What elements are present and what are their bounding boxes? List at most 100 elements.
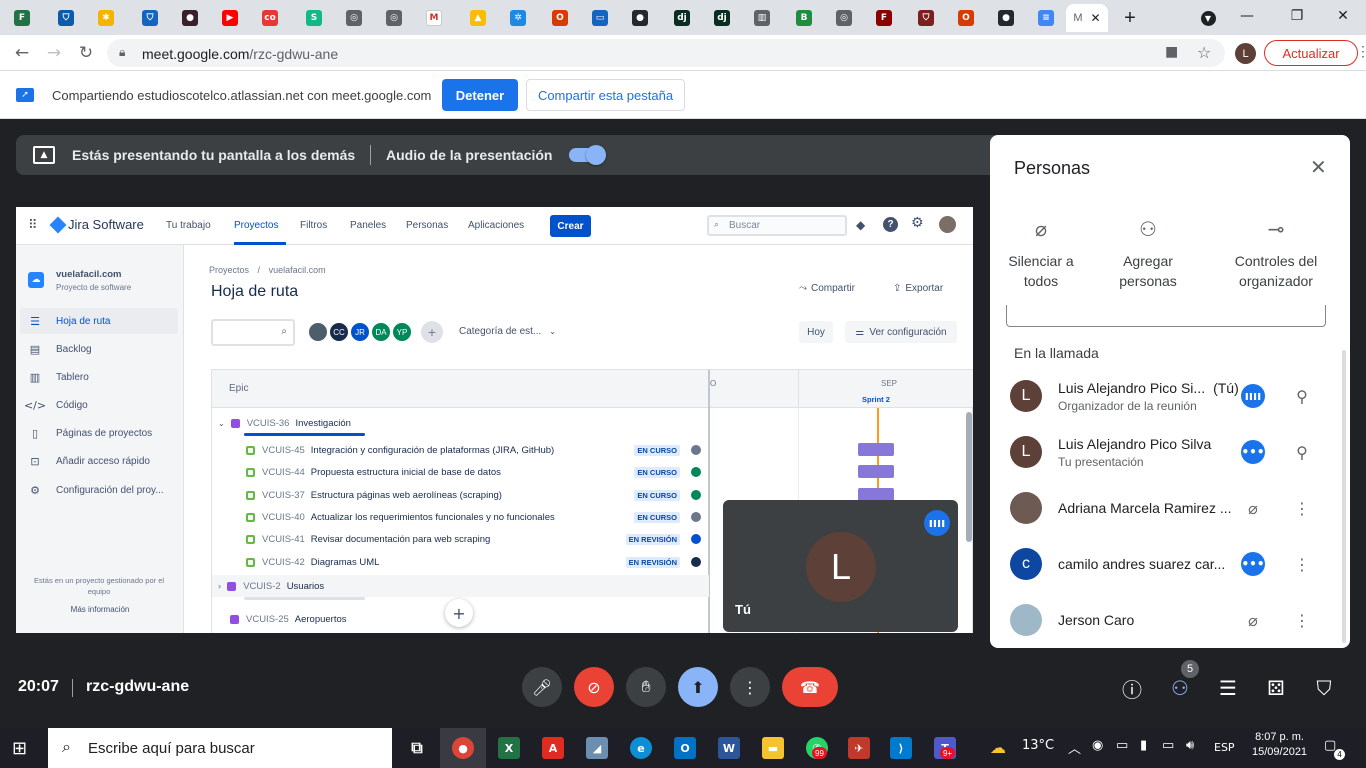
- avatar-jr[interactable]: JR: [349, 321, 371, 343]
- issue-row[interactable]: VCUIS-44 Propuesta estructura inicial de …: [212, 461, 709, 483]
- close-icon[interactable]: ✕: [1310, 155, 1327, 179]
- tray-chevron-up-icon[interactable]: ︿: [1068, 738, 1081, 757]
- settings-gear-icon[interactable]: ⚙: [911, 215, 924, 231]
- assignee-avatar[interactable]: [691, 534, 701, 544]
- assignee-avatar[interactable]: [691, 490, 701, 500]
- app-switcher-icon[interactable]: ⠿: [28, 218, 38, 233]
- more-vert-icon[interactable]: ⋮: [1290, 608, 1314, 632]
- add-people-icon[interactable]: +: [421, 321, 443, 343]
- meeting-details-icon[interactable]: ⓘ: [1116, 672, 1148, 704]
- acrobat-taskbar-icon[interactable]: A: [530, 728, 576, 768]
- participant-row[interactable]: c camilo andres suarez car... ••• ⋮: [990, 536, 1330, 592]
- tab-favicon-github-2[interactable]: ●: [986, 4, 1026, 32]
- sidebar-item-roadmap[interactable]: ☰ Hoja de ruta: [20, 308, 178, 334]
- jira-profile-avatar[interactable]: [939, 216, 956, 233]
- tab-favicon-github[interactable]: ●: [620, 4, 660, 32]
- nav-your-work[interactable]: Tu trabajo: [166, 220, 211, 231]
- tab-favicon-co[interactable]: co: [250, 4, 290, 32]
- outlook-taskbar-icon[interactable]: O: [662, 728, 708, 768]
- self-video-tile[interactable]: L ıııı Tú: [723, 500, 958, 632]
- forward-icon[interactable]: →: [42, 41, 66, 65]
- epic-row[interactable]: VCUIS-25 Aeropuertos: [212, 608, 709, 630]
- tab-meet-active[interactable]: M ✕: [1066, 4, 1108, 32]
- roadmap-search-input[interactable]: ⌕: [211, 319, 295, 346]
- tab-search-button[interactable]: ▼: [1188, 4, 1228, 32]
- pin-icon[interactable]: ⚲: [1290, 440, 1314, 464]
- participant-row[interactable]: Jerson Caro ⌀ ⋮: [990, 592, 1330, 648]
- breadcrumb-projects[interactable]: Proyectos: [209, 265, 249, 275]
- sidebar-item-settings[interactable]: ⚙ Configuración del proy...: [20, 477, 178, 503]
- avatar-yp[interactable]: YP: [391, 321, 413, 343]
- tab-favicon-globe[interactable]: ◎: [334, 4, 374, 32]
- more-options-icon[interactable]: •••: [1241, 440, 1265, 464]
- status-badge[interactable]: EN CURSO: [634, 444, 680, 456]
- status-badge[interactable]: EN CURSO: [634, 466, 680, 478]
- host-controls-button[interactable]: ⊸ Controles del organizador: [1226, 217, 1326, 291]
- leave-call-button[interactable]: ☎: [782, 667, 838, 707]
- lock-icon[interactable]: 🔒︎: [119, 45, 125, 60]
- more-vert-icon[interactable]: ⋮: [1290, 552, 1314, 576]
- status-badge[interactable]: EN CURSO: [634, 511, 680, 523]
- sprint-label[interactable]: Sprint 2: [862, 395, 890, 404]
- notifications-icon[interactable]: ◆: [856, 218, 865, 232]
- chat-icon[interactable]: ☰: [1212, 672, 1244, 704]
- bookmark-star-icon[interactable]: ☆: [1197, 43, 1211, 62]
- app-taskbar-icon-2[interactable]: ✈: [836, 728, 882, 768]
- project-name[interactable]: vuelafacil.com: [56, 269, 121, 280]
- create-button[interactable]: Crear: [550, 215, 591, 237]
- epic-row[interactable]: ⌄ VCUIS-36 Investigación: [212, 412, 709, 434]
- tab-favicon-youtube[interactable]: ▶: [210, 4, 250, 32]
- more-options-button[interactable]: ⋮: [730, 667, 770, 707]
- minimize-button[interactable]: —: [1224, 0, 1270, 32]
- tab-favicon-s[interactable]: S: [294, 4, 334, 32]
- search-people-input[interactable]: [1006, 305, 1326, 327]
- vertical-scrollbar[interactable]: [966, 412, 972, 542]
- sidebar-item-pages[interactable]: ▯ Páginas de proyectos: [20, 420, 178, 446]
- tab-favicon-blue[interactable]: ✲: [498, 4, 538, 32]
- avatar[interactable]: [307, 321, 329, 343]
- profile-avatar[interactable]: L: [1235, 43, 1256, 64]
- chrome-taskbar-icon[interactable]: ●: [440, 728, 486, 768]
- tab-favicon-globe-2[interactable]: ◎: [374, 4, 414, 32]
- taskbar-search-box[interactable]: ⌕ Escribe aquí para buscar: [48, 728, 392, 768]
- update-button[interactable]: Actualizar: [1264, 40, 1358, 66]
- more-options-icon[interactable]: •••: [1241, 552, 1265, 576]
- assignee-avatar[interactable]: [691, 467, 701, 477]
- issue-row[interactable]: VCUIS-41 Revisar documentación para web s…: [212, 528, 709, 550]
- breadcrumb-project[interactable]: vuelafacil.com: [269, 265, 326, 275]
- tab-favicon-v[interactable]: ▭: [580, 4, 620, 32]
- tab-favicon-docs[interactable]: ≡: [1026, 4, 1066, 32]
- vscode-taskbar-icon[interactable]: ⟩: [878, 728, 924, 768]
- participant-row[interactable]: L Luis Alejandro Pico Si... (Tú) Organiza…: [990, 368, 1330, 424]
- participant-row[interactable]: Adriana Marcela Ramirez ... ⌀ ⋮: [990, 480, 1330, 536]
- explorer-taskbar-icon[interactable]: ▬: [750, 728, 796, 768]
- windows-start-icon[interactable]: ⊞: [12, 738, 27, 759]
- nav-dashboards[interactable]: Paneles: [350, 220, 386, 231]
- tab-favicon-django-2[interactable]: dj: [702, 4, 742, 32]
- pin-icon[interactable]: ⚲: [1290, 384, 1314, 408]
- tab-favicon-f[interactable]: F: [864, 4, 904, 32]
- raise-hand-button[interactable]: ✋︎: [626, 667, 666, 707]
- word-taskbar-icon[interactable]: W: [706, 728, 752, 768]
- tab-favicon-excel[interactable]: F: [2, 4, 42, 32]
- timeline-bar[interactable]: [858, 465, 894, 478]
- mute-all-button[interactable]: ⌀ Silenciar a todos: [1000, 217, 1082, 291]
- add-people-button[interactable]: ⚇ Agregar personas: [1105, 217, 1191, 291]
- temperature[interactable]: 13°C: [1022, 738, 1054, 753]
- present-button[interactable]: ⬆: [678, 667, 718, 707]
- assignee-avatar[interactable]: [691, 557, 701, 567]
- share-button[interactable]: ⤳ Compartir: [799, 283, 855, 294]
- close-window-button[interactable]: ✕: [1320, 0, 1366, 32]
- camera-off-button[interactable]: ⊘: [574, 667, 614, 707]
- tab-favicon-django[interactable]: dj: [662, 4, 702, 32]
- chevron-right-icon[interactable]: ›: [218, 582, 221, 591]
- volume-icon[interactable]: 🔊︎: [1186, 738, 1194, 753]
- assignee-avatar[interactable]: [691, 445, 701, 455]
- battery-icon[interactable]: ▭: [1116, 738, 1128, 753]
- edge-taskbar-icon[interactable]: e: [618, 728, 664, 768]
- timeline-bar[interactable]: [858, 443, 894, 456]
- epic-row[interactable]: › VCUIS-2 Usuarios: [212, 575, 709, 597]
- close-tab-icon[interactable]: ✕: [1091, 11, 1101, 25]
- meet-tray-icon[interactable]: ◉: [1092, 738, 1103, 753]
- panel-scrollbar[interactable]: [1342, 350, 1346, 643]
